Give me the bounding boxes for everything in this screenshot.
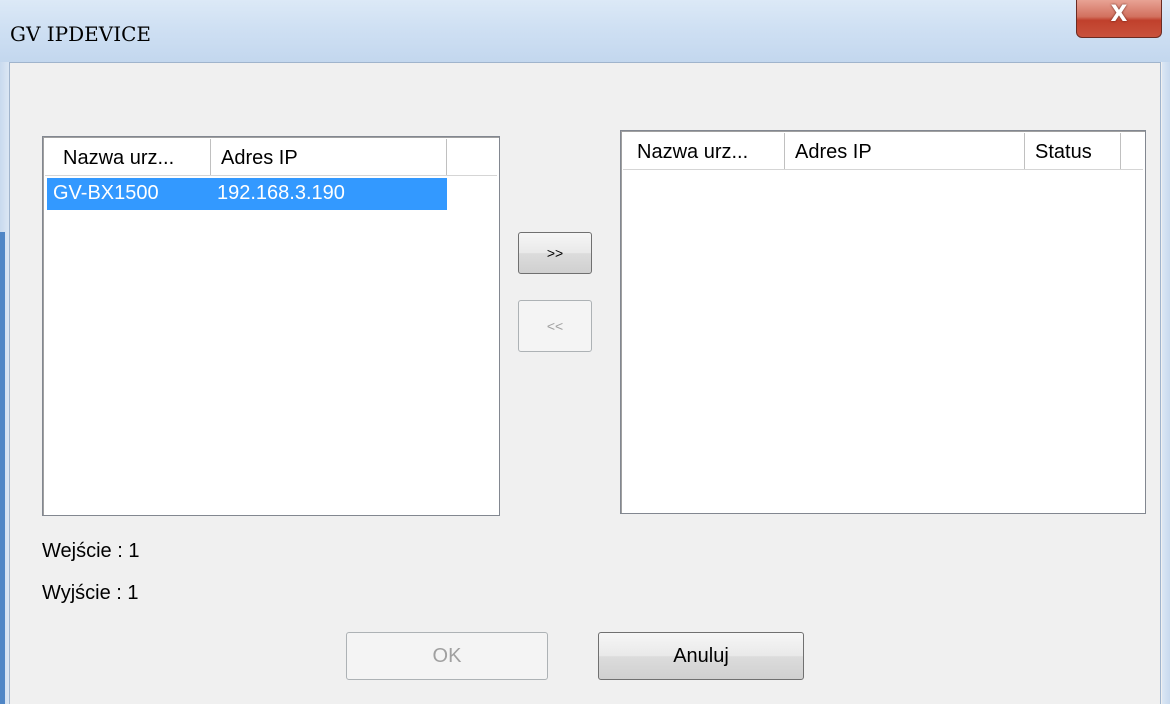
- close-button[interactable]: X: [1076, 0, 1162, 38]
- dialog-window: GV IPDEVICE X Nazwa urz... Adres IP GV-B…: [0, 0, 1170, 704]
- cancel-button[interactable]: Anuluj: [598, 632, 804, 680]
- output-count-label: Wyjście : 1: [42, 582, 139, 604]
- window-title: GV IPDEVICE: [10, 22, 152, 46]
- add-device-button[interactable]: >>: [518, 232, 592, 274]
- column-header-device-name[interactable]: Nazwa urz...: [53, 139, 211, 175]
- available-devices-list[interactable]: Nazwa urz... Adres IP GV-BX1500 192.168.…: [42, 136, 500, 516]
- list-item[interactable]: GV-BX1500 192.168.3.190: [47, 178, 447, 210]
- window-frame-right: [1162, 62, 1170, 704]
- column-header-empty[interactable]: [1121, 133, 1143, 169]
- column-header-device-name[interactable]: Nazwa urz...: [627, 133, 785, 169]
- window-frame-left: [0, 62, 9, 704]
- column-header-status[interactable]: Status: [1025, 133, 1121, 169]
- device-name-cell: GV-BX1500: [53, 182, 159, 204]
- remove-device-button[interactable]: <<: [518, 300, 592, 352]
- list-header: Nazwa urz... Adres IP Status: [623, 133, 1143, 170]
- column-header-ip-address[interactable]: Adres IP: [211, 139, 447, 175]
- ok-button[interactable]: OK: [346, 632, 548, 680]
- column-header-empty[interactable]: [447, 139, 499, 175]
- ip-address-cell: 192.168.3.190: [217, 182, 345, 204]
- close-icon: X: [1110, 2, 1128, 27]
- title-bar[interactable]: GV IPDEVICE X: [0, 0, 1170, 62]
- input-count-label: Wejście : 1: [42, 540, 140, 562]
- selected-devices-list[interactable]: Nazwa urz... Adres IP Status: [620, 130, 1146, 514]
- column-header-ip-address[interactable]: Adres IP: [785, 133, 1025, 169]
- list-header: Nazwa urz... Adres IP: [45, 139, 497, 176]
